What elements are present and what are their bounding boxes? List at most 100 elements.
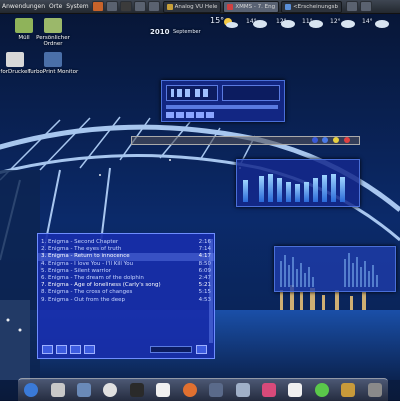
window-maximize-button[interactable] [333,137,339,143]
eq-band[interactable] [295,184,300,202]
dock-settings-icon[interactable] [77,383,92,397]
xmms-seek-bar[interactable] [166,105,278,109]
dock-firefox-icon[interactable] [182,383,197,397]
play-button[interactable] [176,112,184,118]
track-title: 9. Enigma - Out from the deep [41,296,125,303]
eq-band[interactable] [277,178,282,202]
track-title: 4. Enigma - I love You - I'll Kill You [41,260,134,267]
xmms-equalizer-window[interactable] [236,159,360,207]
eq-band[interactable] [304,182,309,202]
launcher-mail-icon[interactable] [133,1,146,12]
track-title: 6. Enigma - The dream of the dolphin [41,274,144,281]
turboprint-icon [44,52,62,67]
spectrum-analyzer [280,253,378,287]
taskbar-item-xmms[interactable]: XMMS - 7. Eng [223,0,280,13]
dock-documents-icon[interactable] [288,383,303,397]
dock-network-icon[interactable] [209,383,224,397]
window-shade-button[interactable] [312,137,318,143]
bottom-dock [18,378,388,401]
task-label: Analog VU Hele [174,3,218,10]
launcher-firefox-icon[interactable] [91,1,104,12]
printer-icon [6,52,24,67]
dock-photos-icon[interactable] [262,383,276,397]
dock-home-icon[interactable] [50,383,65,397]
next-button[interactable] [206,112,214,118]
playlist-button-bar [42,345,98,354]
weather-month: September [173,29,201,35]
track-title: 3. Enigma - Return to innocence [41,253,130,260]
eq-band[interactable] [259,176,264,202]
eq-band[interactable] [331,174,336,202]
xmms-song-ticker [222,85,280,101]
stop-button[interactable] [196,112,204,118]
icon-label: Persönlicher Ordner [36,35,70,47]
eq-band[interactable] [286,182,291,202]
xmms-icon [227,3,234,10]
dock-trash-icon[interactable] [367,383,382,397]
eq-band[interactable] [322,175,327,202]
weather-year: 2010 [150,28,170,36]
playlist-track[interactable]: 4. Enigma - I love You - I'll Kill You 8:… [38,261,214,268]
menu-applications[interactable]: Anwendungen [0,3,47,10]
playlist-track[interactable]: 8. Enigma - The cross of changes 5:15 [38,289,214,296]
task-label: XMMS - 7. Eng [235,3,276,10]
desktop-icon-turboprint[interactable]: TurboPrint Monitor [26,52,80,75]
eq-band-preamp[interactable] [243,180,248,202]
playlist-track[interactable]: 2. Enigma - The eyes of truth 7:14 [38,246,214,253]
equalizer-bars [237,160,359,206]
weather-forecast-icons [224,18,389,28]
previous-button[interactable] [166,112,174,118]
desktop-icon-home[interactable]: Persönlicher Ordner [28,18,78,47]
taskbar-item-vu-meter[interactable]: Analog VU Hele [162,0,222,13]
playlist-track[interactable]: 5. Enigma - Silent warrior 6:09 [38,268,214,275]
top-panel: Anwendungen Orte System Analog VU Hele X… [0,0,400,14]
playlist-track[interactable]: 6. Enigma - The dream of the dolphin 2:47 [38,275,214,282]
task-label: <Erscheinungsb [293,3,338,10]
tray-volume-icon[interactable] [360,1,372,12]
track-title: 5. Enigma - Silent warrior [41,267,111,274]
dock-chat-icon[interactable] [314,383,329,397]
xmms-transport-controls [166,112,214,118]
playlist-track-current[interactable]: 7. Enigma - Age of loneliness (Carly's s… [38,282,214,289]
home-folder-icon [44,18,62,33]
launcher-terminal-icon[interactable] [119,1,132,12]
spectrum-visualizer-window[interactable] [274,246,396,292]
icon-label: TurboPrint Monitor [27,69,79,75]
eq-band[interactable] [313,178,318,202]
pause-button[interactable] [186,112,194,118]
playlist-track[interactable]: 9. Enigma - Out from the deep 4:53 [38,297,214,304]
dock-text-editor-icon[interactable] [156,383,171,397]
dock-computer-icon[interactable] [235,383,250,397]
playlist-track-list: 1. Enigma - Second Chapter 2:16 2. Enigma… [38,239,214,304]
playlist-track-selected[interactable]: 3. Enigma - Return to innocence 4:17 [38,253,214,261]
eq-band[interactable] [268,174,273,202]
launcher-files-icon[interactable] [105,1,118,12]
dock-terminal-icon[interactable] [129,383,144,397]
playlist-add-button[interactable] [42,345,53,354]
menu-system[interactable]: System [64,3,90,10]
xmms-time-display [166,85,218,101]
eq-band[interactable] [340,177,345,202]
track-title: 1. Enigma - Second Chapter [41,239,119,245]
appearance-icon [285,3,292,10]
window-minimize-button[interactable] [322,137,328,143]
tray-network-icon[interactable] [346,1,358,12]
xmms-playlist-window[interactable]: 1. Enigma - Second Chapter 2:16 2. Enigma… [37,233,215,359]
playlist-select-button[interactable] [70,345,81,354]
playlist-track[interactable]: 1. Enigma - Second Chapter 2:16 [38,239,214,246]
taskbar-item-appearance[interactable]: <Erscheinungsb [281,0,342,13]
xmms-main-window[interactable] [161,80,285,122]
dock-globe-icon[interactable] [24,383,39,397]
menu-places[interactable]: Orte [47,3,64,10]
playlist-remove-button[interactable] [56,345,67,354]
launcher-editor-icon[interactable] [147,1,160,12]
track-title: 8. Enigma - The cross of changes [41,289,133,296]
track-title: 2. Enigma - The eyes of truth [41,246,122,253]
dock-clock-icon[interactable] [103,383,118,397]
vu-meter-icon [166,3,173,10]
playlist-list-button[interactable] [196,345,207,354]
playlist-scrollbar[interactable] [209,239,213,343]
dock-music-icon[interactable] [341,383,356,397]
playlist-misc-button[interactable] [84,345,95,354]
window-close-button[interactable] [344,137,350,143]
